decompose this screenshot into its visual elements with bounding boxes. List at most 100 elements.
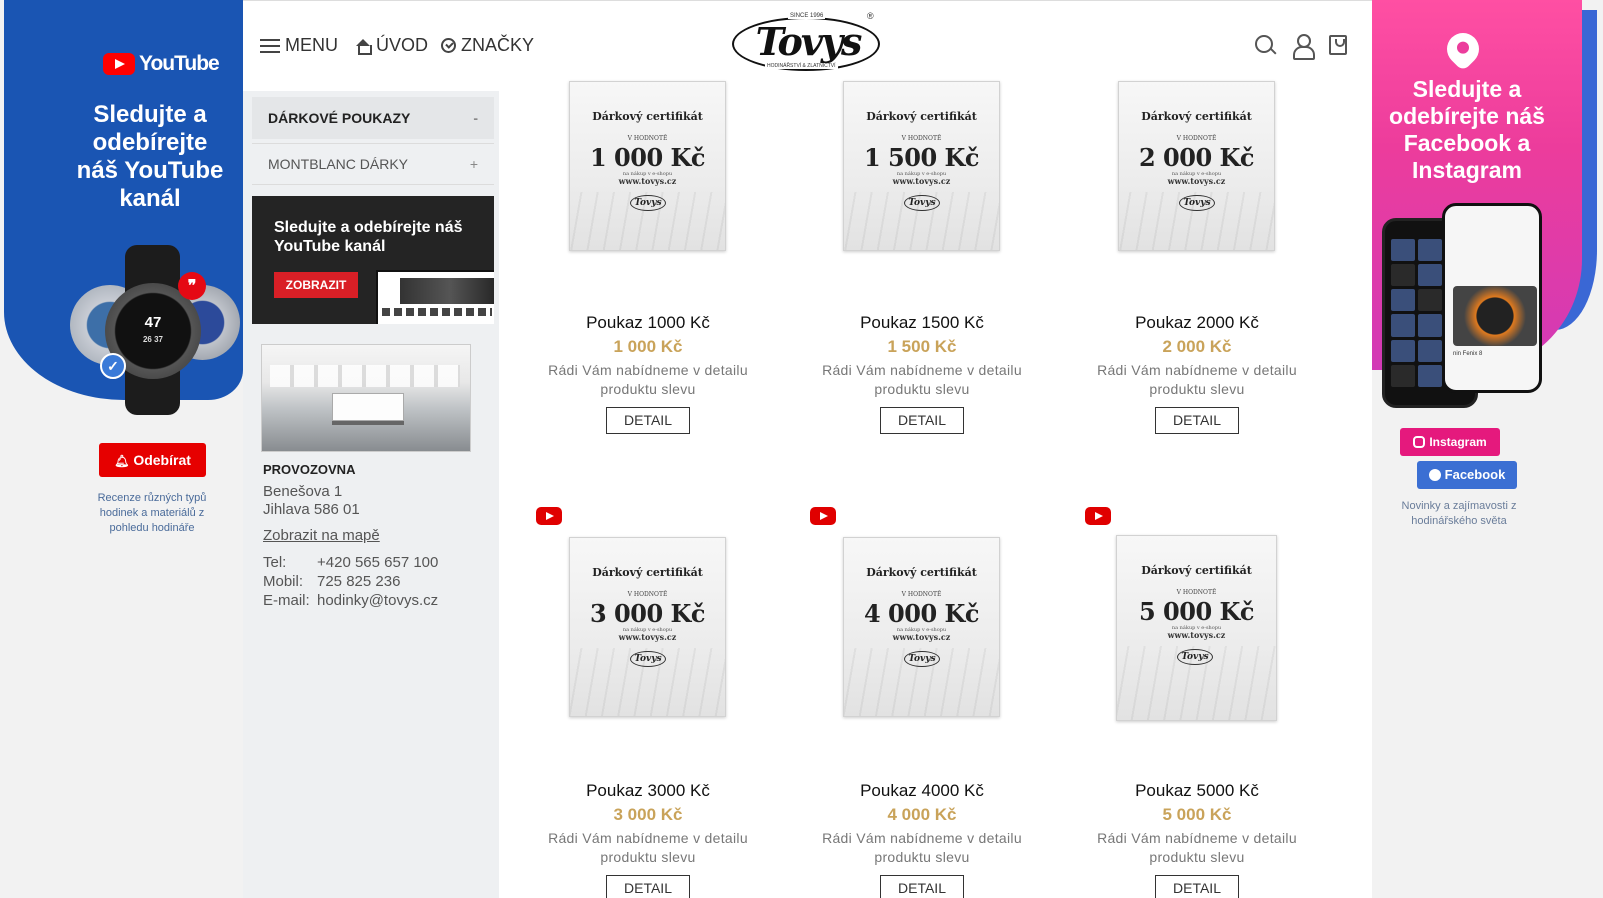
instagram-label: Instagram xyxy=(1429,435,1487,449)
product-price: 5 000 Kč xyxy=(1162,805,1232,824)
cert-heading: Dárkový certifikát xyxy=(1141,110,1252,123)
cert-value: 5 000 Kč xyxy=(1139,597,1254,626)
cert-heading: Dárkový certifikát xyxy=(866,566,977,579)
product-price: 1 500 Kč xyxy=(887,337,957,356)
product-name[interactable]: Poukaz 1500 Kč xyxy=(787,313,1057,333)
top-navigation: MENU ÚVOD ZNAČKY Tovys SINCE 1996 HODINÁ… xyxy=(243,1,1372,91)
youtube-video-icon[interactable] xyxy=(810,507,836,525)
cert-sub: V HODNOTĚ xyxy=(627,591,668,598)
product-name[interactable]: Poukaz 3000 Kč xyxy=(513,781,783,801)
logo-tagline: HODINÁŘSTVÍ & ZLATNICTVÍ xyxy=(765,63,838,69)
category-label: DÁRKOVÉ POUKAZY xyxy=(268,110,411,126)
tovys-logo[interactable]: Tovys SINCE 1996 HODINÁŘSTVÍ & ZLATNICTV… xyxy=(730,11,883,73)
youtube-wordmark: YouTube xyxy=(139,52,220,75)
email-value[interactable]: hodinky@tovys.cz xyxy=(317,592,438,609)
map-link[interactable]: Zobrazit na mapě xyxy=(263,527,380,544)
detail-button[interactable]: DETAIL xyxy=(1155,407,1239,434)
sidebar: DÁRKOVÉ POUKAZY - MONTBLANC DÁRKY + Sled… xyxy=(243,91,499,898)
home-link[interactable]: ÚVOD xyxy=(355,35,428,56)
show-button[interactable]: ZOBRAZIT xyxy=(274,272,358,298)
youtube-logo: YouTube xyxy=(103,52,220,76)
detail-button[interactable]: DETAIL xyxy=(880,875,964,898)
cert-value: 4 000 Kč xyxy=(864,599,979,628)
product-description: Rádi Vám nabídneme v detailu produktu sl… xyxy=(548,362,748,397)
post-image xyxy=(1453,286,1537,346)
youtube-promo-banner[interactable]: Sledujte a odebírejte náš YouTube kanál … xyxy=(252,196,494,324)
contact-phone: Tel: +420 565 657 100 xyxy=(263,554,438,571)
voucher-image[interactable]: Dárkový certifikát V HODNOTĚ 1 500 Kč na… xyxy=(843,81,1000,251)
facebook-button[interactable]: Facebook xyxy=(1417,461,1517,489)
product-description: Rádi Vám nabídneme v detailu produktu sl… xyxy=(822,362,1022,397)
product-name[interactable]: Poukaz 5000 Kč xyxy=(1062,781,1332,801)
banner-headline: Sledujte a odebírejte náš YouTube kanál xyxy=(76,101,224,212)
cert-web: www.tovys.cz xyxy=(1167,176,1226,186)
watch-face-sub: 26 37 xyxy=(142,335,164,344)
banner-caption: Recenze různých typů hodinek a materiálů… xyxy=(97,492,207,534)
cert-web: www.tovys.cz xyxy=(1167,630,1226,640)
store-city: Jihlava 586 01 xyxy=(263,501,360,518)
product-price: 3 000 Kč xyxy=(613,805,683,824)
product-card: Dárkový certifikát V HODNOTĚ 5 000 Kč na… xyxy=(1062,499,1332,898)
instagram-button[interactable]: Instagram xyxy=(1400,428,1500,456)
voucher-image[interactable]: Dárkový certifikát V HODNOTĚ 4 000 Kč na… xyxy=(843,537,1000,717)
brands-link[interactable]: ZNAČKY xyxy=(441,35,534,56)
detail-button[interactable]: DETAIL xyxy=(606,407,690,434)
store-title: PROVOZOVNA xyxy=(263,462,356,477)
cert-logo: Tovys xyxy=(904,195,940,211)
facebook-icon xyxy=(1428,469,1441,481)
product-description: Rádi Vám nabídneme v detailu produktu sl… xyxy=(548,830,748,865)
search-icon[interactable] xyxy=(1255,35,1275,55)
youtube-video-icon[interactable] xyxy=(1085,507,1111,525)
product-name[interactable]: Poukaz 1000 Kč xyxy=(513,313,783,333)
subscribe-label: Odebírat xyxy=(133,452,191,468)
product-price: 2 000 Kč xyxy=(1162,337,1232,356)
facebook-label: Facebook xyxy=(1444,467,1506,482)
hamburger-icon xyxy=(260,38,280,53)
page-content: MENU ÚVOD ZNAČKY Tovys SINCE 1996 HODINÁ… xyxy=(243,0,1372,898)
store-photo xyxy=(261,344,471,452)
product-description: Rádi Vám nabídneme v detailu produktu sl… xyxy=(822,830,1022,865)
user-icon[interactable] xyxy=(1293,34,1315,60)
detail-button[interactable]: DETAIL xyxy=(606,875,690,898)
voucher-image[interactable]: Dárkový certifikát V HODNOTĚ 5 000 Kč na… xyxy=(1116,535,1277,721)
cert-heading: Dárkový certifikát xyxy=(592,110,703,123)
mobile-value[interactable]: 725 825 236 xyxy=(317,573,400,590)
product-grid: Dárkový certifikát V HODNOTĚ 1 000 Kč na… xyxy=(499,81,1372,898)
youtube-video-icon[interactable] xyxy=(536,507,562,525)
youtube-side-banner[interactable]: YouTube Sledujte a odebírejte náš YouTub… xyxy=(0,0,243,898)
youtube-play-icon xyxy=(103,53,135,75)
detail-button[interactable]: DETAIL xyxy=(1155,875,1239,898)
cert-logo: Tovys xyxy=(1177,649,1213,665)
product-card: Dárkový certifikát V HODNOTĚ 4 000 Kč na… xyxy=(787,499,1057,898)
cert-sub: V HODNOTĚ xyxy=(1176,135,1217,142)
cert-value: 2 000 Kč xyxy=(1139,143,1254,172)
quote-icon: ❞ xyxy=(178,272,206,300)
cert-sub: V HODNOTĚ xyxy=(1176,589,1217,596)
voucher-image[interactable]: Dárkový certifikát V HODNOTĚ 1 000 Kč na… xyxy=(569,81,726,251)
social-side-banner[interactable]: Sledujte a odebírejte náš Facebook a Ins… xyxy=(1372,0,1603,898)
detail-button[interactable]: DETAIL xyxy=(880,407,964,434)
cert-sub: V HODNOTĚ xyxy=(901,591,942,598)
cert-logo: Tovys xyxy=(1179,195,1215,211)
category-montblanc-gifts[interactable]: MONTBLANC DÁRKY + xyxy=(252,143,494,185)
store-street: Benešova 1 xyxy=(263,483,343,500)
category-gift-vouchers[interactable]: DÁRKOVÉ POUKAZY - xyxy=(252,97,494,139)
voucher-image[interactable]: Dárkový certifikát V HODNOTĚ 3 000 Kč na… xyxy=(569,537,726,717)
cert-value: 1 500 Kč xyxy=(864,143,979,172)
contact-email: E-mail: hodinky@tovys.cz xyxy=(263,592,438,609)
bell-icon: 🔔︎ xyxy=(114,454,130,468)
product-name[interactable]: Poukaz 4000 Kč xyxy=(787,781,1057,801)
cert-web: www.tovys.cz xyxy=(892,176,951,186)
phone-label: Tel: xyxy=(263,554,287,571)
cart-icon[interactable] xyxy=(1329,35,1347,55)
banner-caption: Novinky a zajímavosti z hodinářského svě… xyxy=(1401,500,1517,527)
product-name[interactable]: Poukaz 2000 Kč xyxy=(1062,313,1332,333)
voucher-image[interactable]: Dárkový certifikát V HODNOTĚ 2 000 Kč na… xyxy=(1118,81,1275,251)
post-text: nin Fenix 8 xyxy=(1453,351,1483,357)
product-price: 1 000 Kč xyxy=(613,337,683,356)
subscribe-button[interactable]: 🔔︎ Odebírat xyxy=(99,443,206,477)
product-price: 4 000 Kč xyxy=(887,805,957,824)
phone-value[interactable]: +420 565 657 100 xyxy=(317,554,438,571)
menu-button[interactable]: MENU xyxy=(260,35,338,56)
channel-screenshot xyxy=(376,270,494,324)
